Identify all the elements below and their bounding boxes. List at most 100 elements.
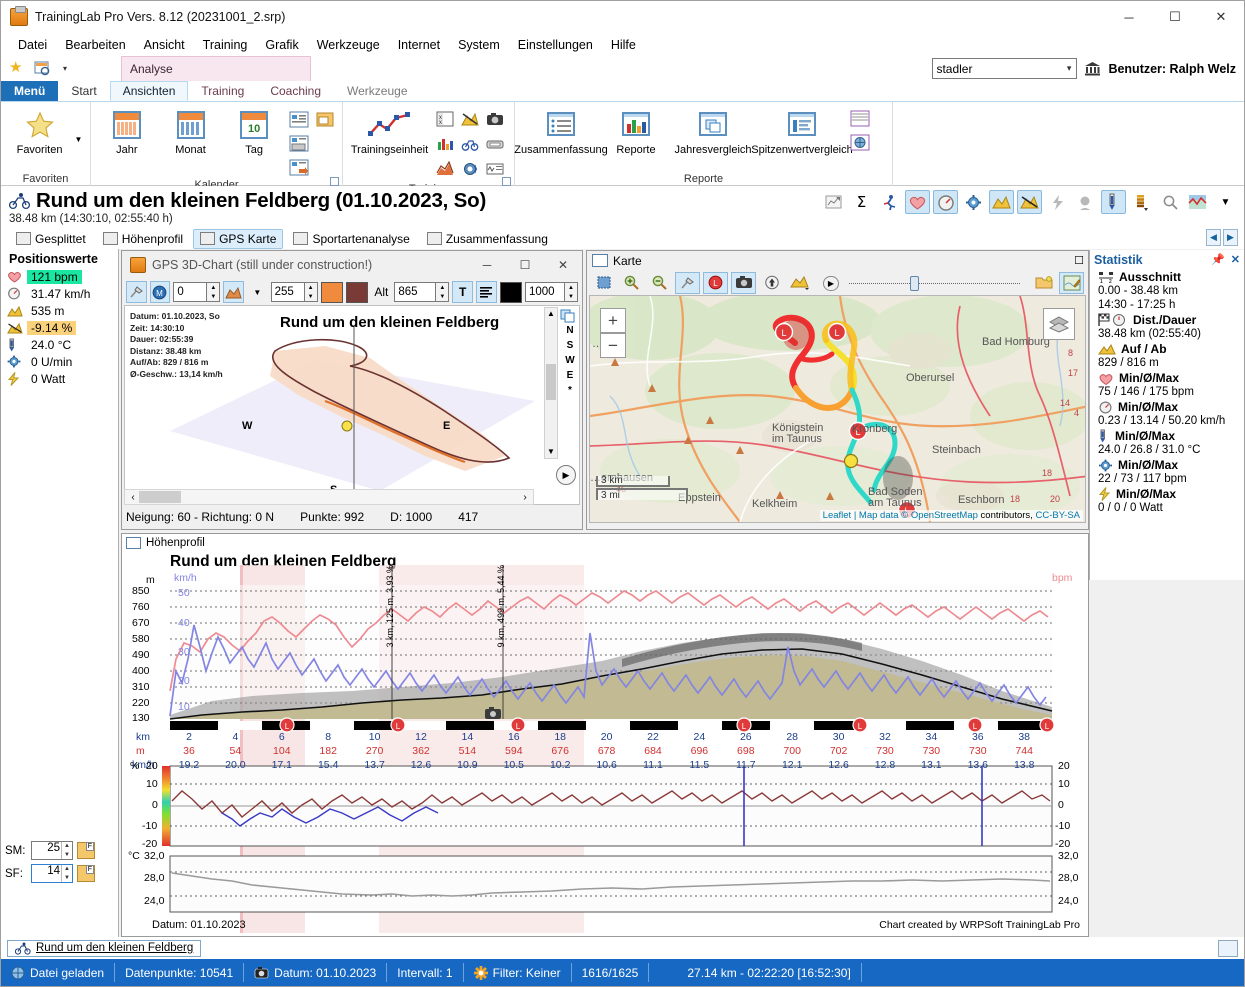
menu-datei[interactable]: Datei (9, 36, 56, 54)
chart-style-icon[interactable] (1185, 190, 1210, 214)
list-view-icon[interactable] (288, 108, 310, 130)
camera-icon[interactable] (484, 108, 506, 130)
tab-start[interactable]: Start (58, 81, 109, 101)
pin-icon[interactable] (675, 271, 700, 294)
3d-value3-stepper[interactable]: ▲ ▼ (564, 282, 578, 302)
tab-coaching[interactable]: Coaching (257, 81, 334, 101)
copy-icon[interactable] (560, 309, 580, 323)
bike-icon[interactable] (459, 133, 481, 155)
favoriten-button[interactable]: Favoriten (9, 106, 71, 156)
area-chart-icon[interactable] (434, 158, 456, 180)
pin-icon[interactable]: 📌 (1211, 253, 1225, 266)
sigma-icon[interactable]: Σ (849, 190, 874, 214)
sf-input[interactable]: 14 ▲ ▼ (31, 864, 73, 883)
nav-next-button[interactable]: ▶ (1223, 229, 1238, 246)
3d-close-button[interactable]: ✕ (544, 251, 582, 279)
document-chip[interactable]: Rund um den kleinen Feldberg (7, 939, 202, 957)
scroll-up-icon[interactable]: ▲ (546, 309, 556, 319)
menu-ansicht[interactable]: Ansicht (135, 36, 194, 54)
menu-bearbeiten[interactable]: Bearbeiten (56, 36, 134, 54)
3d-value2-stepper[interactable]: ▲ ▼ (304, 282, 318, 302)
map-zoom-in-button[interactable]: + (600, 308, 626, 333)
profile-chart-area[interactable]: Rund um den kleinen Feldberg L L L L L L… (122, 551, 1088, 934)
close-icon[interactable]: ✕ (1231, 253, 1240, 266)
osm-link[interactable]: OpenStreetMap (911, 510, 978, 521)
training-dialog-launcher[interactable] (502, 177, 511, 186)
power-icon[interactable] (1045, 190, 1070, 214)
sm-input[interactable]: 25 ▲ ▼ (31, 841, 73, 860)
scroll-down-icon[interactable]: ▼ (546, 447, 556, 457)
sf-stepper[interactable]: ▲ ▼ (61, 865, 72, 882)
map-canvas[interactable]: L L L L 461818 (589, 295, 1086, 523)
grid-icon[interactable] (849, 108, 871, 130)
tab-gps-karte[interactable]: GPS Karte (193, 228, 284, 249)
trainingseinheit-button[interactable]: Trainingseinheit (349, 106, 430, 156)
3d-chart-canvas[interactable]: Datum: 01.10.2023, So Zeit: 14:30:10 Dau… (124, 305, 580, 505)
mountain-icon[interactable] (459, 108, 481, 130)
device-icon[interactable] (484, 133, 506, 155)
menu-grafik[interactable]: Grafik (256, 36, 307, 54)
3d-color3-swatch[interactable] (499, 281, 522, 303)
speed-icon[interactable] (933, 190, 958, 214)
mountain-icon[interactable] (787, 272, 812, 294)
tab-zusammenfassung[interactable]: Zusammenfassung (420, 229, 555, 249)
3d-horizontal-scrollbar[interactable]: ‹ › (124, 489, 534, 505)
user-select[interactable]: stadler ▾ (932, 58, 1078, 79)
camera-icon[interactable] (731, 271, 756, 294)
globe-icon[interactable] (849, 132, 871, 154)
pin-icon[interactable] (126, 281, 147, 303)
text-icon[interactable]: T (452, 281, 473, 303)
spitzenwertvergleich-button[interactable]: Spitzenwertvergleich (751, 106, 853, 156)
menu-internet[interactable]: Internet (389, 36, 449, 54)
menu-einstellungen[interactable]: Einstellungen (509, 36, 602, 54)
scroll-right-icon[interactable]: › (518, 492, 532, 503)
map-playback-slider[interactable]: ▶ (823, 275, 1020, 291)
chevron-down-icon[interactable]: ▼ (75, 135, 83, 144)
tab-training[interactable]: Training (188, 81, 257, 101)
restore-icon[interactable] (1218, 939, 1238, 957)
reporte-button[interactable]: Reporte (605, 106, 667, 156)
3d-value2-field[interactable]: 255 ▲ ▼ (270, 282, 318, 302)
quick-access-more[interactable]: ▾ (63, 64, 67, 73)
close-button[interactable]: ✕ (1198, 1, 1244, 34)
3d-play-button[interactable]: ▶ (556, 465, 576, 485)
balance-icon[interactable] (1073, 190, 1098, 214)
chevron-down-icon[interactable]: ▼ (1213, 190, 1238, 214)
3d-value3-field[interactable]: 1000 ▲ ▼ (524, 282, 578, 302)
tab-werkzeuge[interactable]: Werkzeuge (334, 81, 420, 101)
minimize-button[interactable]: ─ (1106, 1, 1152, 34)
3d-maximize-button[interactable]: ☐ (506, 251, 544, 279)
menu-hilfe[interactable]: Hilfe (602, 36, 645, 54)
tab-hoehenprofil[interactable]: Höhenprofil (96, 229, 190, 249)
upload-icon[interactable] (759, 272, 784, 294)
window-icon[interactable] (314, 108, 336, 130)
3d-minimize-button[interactable]: ─ (468, 251, 506, 279)
tag-button[interactable]: 10 Tag (224, 106, 284, 156)
print-list-icon[interactable] (288, 132, 310, 154)
3d-value1-stepper[interactable]: ▲ ▼ (207, 282, 221, 302)
kalender-dialog-launcher[interactable] (330, 177, 339, 186)
scroll-left-icon[interactable]: ‹ (126, 492, 140, 503)
sm-stepper[interactable]: ▲ ▼ (61, 842, 72, 859)
3d-hscroll-thumb[interactable] (139, 491, 181, 503)
note-icon[interactable] (821, 190, 846, 214)
3d-scroll-thumb[interactable] (546, 364, 556, 400)
maximize-button[interactable]: ☐ (1152, 1, 1198, 34)
zoom-icon[interactable] (1157, 190, 1182, 214)
zusammenfassung-button[interactable]: Zusammenfassung (514, 106, 608, 156)
leaflet-link[interactable]: Leaflet | Map data © (823, 510, 911, 521)
table-icon[interactable]: xx (434, 108, 456, 130)
select-rect-icon[interactable] (591, 272, 616, 294)
report-search-icon[interactable] (34, 60, 51, 77)
cadence-icon[interactable] (961, 190, 986, 214)
star-icon[interactable]: ★ (9, 60, 26, 77)
menu-training[interactable]: Training (194, 36, 257, 54)
menu-system[interactable]: System (449, 36, 509, 54)
3d-alt-field[interactable]: 865 ▲ ▼ (394, 282, 450, 302)
monat-button[interactable]: Monat (161, 106, 221, 156)
heart-icon[interactable] (905, 190, 930, 214)
zoom-out-icon[interactable] (647, 272, 672, 294)
runner-icon[interactable] (877, 190, 902, 214)
lap-marker-icon[interactable]: L (703, 271, 728, 294)
jahresvergleich-button[interactable]: Jahresvergleich (671, 106, 755, 156)
